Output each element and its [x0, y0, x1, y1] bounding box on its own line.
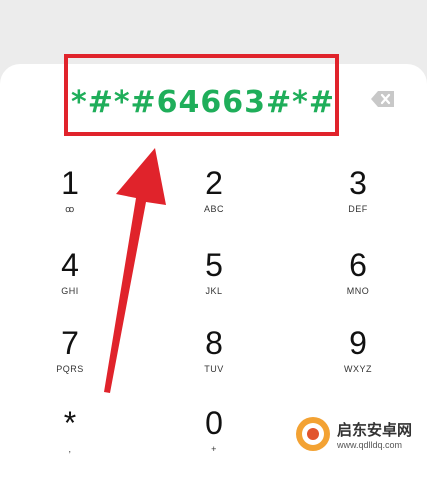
key-4-digit: 4 [61, 247, 79, 283]
key-star-digit: * [63, 405, 77, 441]
key-5-digit: 5 [205, 247, 223, 283]
key-0-digit: 0 [205, 405, 223, 441]
key-2[interactable]: 2 ABC [169, 166, 259, 236]
key-8-digit: 8 [205, 325, 223, 361]
key-0-letters: + [211, 444, 217, 454]
key-3-letters: DEF [348, 204, 368, 214]
key-7[interactable]: 7 PQRS [25, 326, 115, 396]
key-6[interactable]: 6 MNO [313, 248, 403, 318]
watermark: 启东安卓网 www.qdlldq.com [293, 414, 425, 454]
key-4-letters: GHI [61, 286, 79, 296]
backspace-button[interactable] [370, 90, 396, 108]
key-8[interactable]: 8 TUV [169, 326, 259, 396]
key-9[interactable]: 9 WXYZ [313, 326, 403, 396]
key-4[interactable]: 4 GHI [25, 248, 115, 318]
key-9-letters: WXYZ [344, 364, 372, 374]
watermark-text-en: www.qdlldq.com [337, 439, 403, 450]
backspace-icon [371, 91, 394, 107]
voicemail-icon: ꝏ [65, 204, 75, 214]
key-0[interactable]: 0 + [169, 406, 259, 476]
key-2-letters: ABC [203, 204, 224, 214]
key-star[interactable]: * , [25, 406, 115, 476]
key-6-digit: 6 [349, 247, 367, 283]
key-5[interactable]: 5 JKL [169, 248, 259, 318]
key-3[interactable]: 3 DEF [313, 166, 403, 236]
key-1[interactable]: 1 ꝏ [25, 166, 115, 236]
watermark-logo-icon [296, 417, 330, 451]
key-9-digit: 9 [349, 325, 367, 361]
key-5-letters: JKL [205, 286, 223, 296]
key-7-digit: 7 [61, 325, 79, 361]
key-8-letters: TUV [204, 364, 224, 374]
key-6-letters: MNO [346, 286, 370, 296]
key-1-digit: 1 [61, 165, 79, 201]
key-3-digit: 3 [349, 165, 367, 201]
key-2-digit: 2 [205, 165, 223, 201]
key-star-letters: , [68, 444, 72, 454]
annotation-highlight-box [64, 54, 339, 136]
key-7-letters: PQRS [56, 364, 84, 374]
watermark-text-cn: 启东安卓网 [337, 420, 413, 439]
